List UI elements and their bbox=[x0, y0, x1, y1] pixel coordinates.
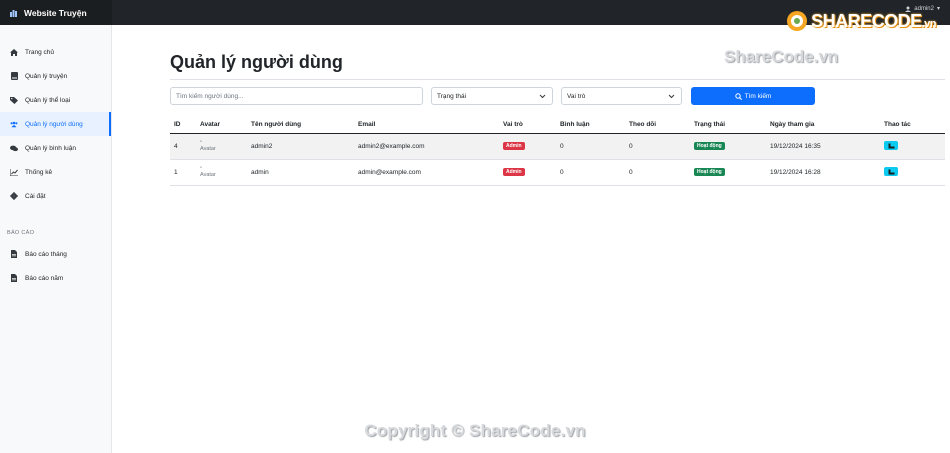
sidebar-item-label: Báo cáo tháng bbox=[25, 250, 67, 258]
sidebar-item-home[interactable]: Trang chủ bbox=[0, 40, 111, 64]
file-icon bbox=[10, 250, 18, 258]
sidebar-item-label: Báo cáo năm bbox=[25, 274, 64, 282]
tags-icon bbox=[10, 96, 18, 104]
user-edit-icon bbox=[888, 143, 894, 149]
status-badge: Hoạt động bbox=[694, 168, 725, 176]
cell-status: Hoạt động bbox=[690, 159, 766, 186]
cell-email: admin2@example.com bbox=[354, 133, 499, 160]
sidebar-item-settings[interactable]: Cài đặt bbox=[0, 184, 111, 208]
sidebar-item-label: Quản lý truyện bbox=[25, 72, 68, 80]
chart-icon bbox=[10, 168, 18, 176]
col-joined: Ngày tham gia bbox=[766, 117, 880, 134]
col-email: Email bbox=[354, 117, 499, 134]
role-badge: Admin bbox=[503, 168, 525, 176]
search-button[interactable]: Tìm kiếm bbox=[691, 87, 815, 105]
cell-follows: 0 bbox=[625, 159, 690, 186]
home-icon bbox=[10, 48, 18, 56]
cell-actions bbox=[880, 133, 945, 160]
users-icon bbox=[10, 120, 18, 128]
broken-image-icon: ▫ bbox=[200, 165, 202, 171]
col-role: Vai trò bbox=[499, 117, 556, 134]
file-icon bbox=[10, 274, 18, 282]
sidebar-item-label: Quản lý người dùng bbox=[25, 120, 83, 128]
col-id: ID bbox=[170, 117, 196, 134]
col-actions: Thao tác bbox=[880, 117, 945, 134]
page-title: Quản lý người dùng bbox=[170, 52, 343, 72]
cell-username: admin2 bbox=[247, 133, 354, 160]
sidebar-item-label: Thống kê bbox=[25, 168, 53, 176]
comments-icon bbox=[10, 144, 18, 152]
search-icon bbox=[734, 92, 742, 100]
status-select[interactable]: Trạng thái bbox=[431, 87, 553, 105]
sharecode-logo-text: SHARECODE.vn bbox=[811, 10, 936, 31]
status-badge: Hoạt động bbox=[694, 142, 725, 150]
chevron-down-icon bbox=[539, 94, 546, 99]
caret-down-icon: ▾ bbox=[936, 6, 940, 12]
edit-user-button[interactable] bbox=[884, 167, 898, 177]
brand[interactable]: Website Truyện bbox=[0, 0, 112, 25]
sidebar-item-label: Quản lý bình luận bbox=[25, 144, 76, 152]
avatar-alt-text: Avatar bbox=[200, 146, 216, 152]
avatar: ▫ Avatar bbox=[200, 165, 247, 179]
broken-image-icon: ▫ bbox=[200, 139, 202, 145]
col-username: Tên người dùng bbox=[247, 117, 354, 134]
col-avatar: Avatar bbox=[196, 117, 247, 134]
cell-follows: 0 bbox=[625, 133, 690, 160]
books-icon bbox=[10, 9, 17, 17]
edit-user-button[interactable] bbox=[884, 141, 898, 151]
sidebar-item-users[interactable]: Quản lý người dùng bbox=[0, 112, 111, 136]
cell-joined: 19/12/2024 16:35 bbox=[766, 133, 880, 160]
col-comments: Bình luận bbox=[556, 117, 625, 134]
sidebar-item-comments[interactable]: Quản lý bình luận bbox=[0, 136, 111, 160]
chevron-down-icon bbox=[668, 94, 675, 99]
sidebar-item-stories[interactable]: Quản lý truyện bbox=[0, 64, 111, 88]
copyright-watermark: Copyright © ShareCode.vn bbox=[364, 421, 586, 440]
cell-role: Admin bbox=[499, 133, 556, 160]
cell-comments: 0 bbox=[556, 133, 625, 160]
cell-role: Admin bbox=[499, 159, 556, 186]
title-divider bbox=[170, 79, 945, 80]
sidebar-item-label: Trang chủ bbox=[25, 48, 55, 56]
sidebar-section-reports: BÁO CÁO bbox=[7, 230, 35, 236]
search-button-label: Tìm kiếm bbox=[744, 92, 772, 100]
brand-title: Website Truyện bbox=[24, 7, 87, 18]
role-badge: Admin bbox=[503, 142, 525, 150]
cell-id: 1 bbox=[170, 159, 196, 186]
cell-comments: 0 bbox=[556, 159, 625, 186]
table-header-row: ID Avatar Tên người dùng Email Vai trò B… bbox=[170, 117, 945, 134]
sharecode-logo: SHARECODE.vn bbox=[786, 10, 937, 32]
role-select-value: Vai trò bbox=[567, 92, 586, 100]
col-follows: Theo dõi bbox=[625, 117, 690, 134]
sharecode-logo-icon bbox=[787, 11, 808, 31]
users-table: ID Avatar Tên người dùng Email Vai trò B… bbox=[170, 117, 945, 186]
user-edit-icon bbox=[888, 169, 894, 175]
gear-icon bbox=[10, 192, 18, 200]
sidebar-item-label: Quản lý thể loại bbox=[25, 96, 71, 104]
book-icon bbox=[10, 72, 18, 80]
cell-actions bbox=[880, 159, 945, 186]
table-row: 4 ▫ Avatar admin2 admin2@example.com Admi… bbox=[170, 133, 945, 160]
sidebar-item-statistics[interactable]: Thống kê bbox=[0, 160, 111, 184]
search-input[interactable] bbox=[170, 87, 423, 105]
sidebar-item-label: Cài đặt bbox=[25, 192, 46, 200]
sidebar-item-monthly-report[interactable]: Báo cáo tháng bbox=[0, 242, 111, 266]
avatar-alt-text: Avatar bbox=[200, 172, 216, 178]
watermark-text: ShareCode.vn bbox=[724, 47, 839, 66]
cell-avatar: ▫ Avatar bbox=[196, 133, 247, 160]
sidebar-item-yearly-report[interactable]: Báo cáo năm bbox=[0, 266, 111, 290]
cell-username: admin bbox=[247, 159, 354, 186]
cell-status: Hoạt động bbox=[690, 133, 766, 160]
sidebar: Trang chủ Quản lý truyện Quản lý thể loạ… bbox=[0, 25, 112, 453]
role-select[interactable]: Vai trò bbox=[561, 87, 682, 105]
cell-joined: 19/12/2024 16:28 bbox=[766, 159, 880, 186]
avatar: ▫ Avatar bbox=[200, 139, 247, 153]
cell-avatar: ▫ Avatar bbox=[196, 159, 247, 186]
col-status: Trạng thái bbox=[690, 117, 766, 134]
table-row: 1 ▫ Avatar admin admin@example.com Admin … bbox=[170, 159, 945, 186]
sidebar-item-categories[interactable]: Quản lý thể loại bbox=[0, 88, 111, 112]
cell-id: 4 bbox=[170, 133, 196, 160]
cell-email: admin@example.com bbox=[354, 159, 499, 186]
status-select-value: Trạng thái bbox=[437, 92, 467, 100]
